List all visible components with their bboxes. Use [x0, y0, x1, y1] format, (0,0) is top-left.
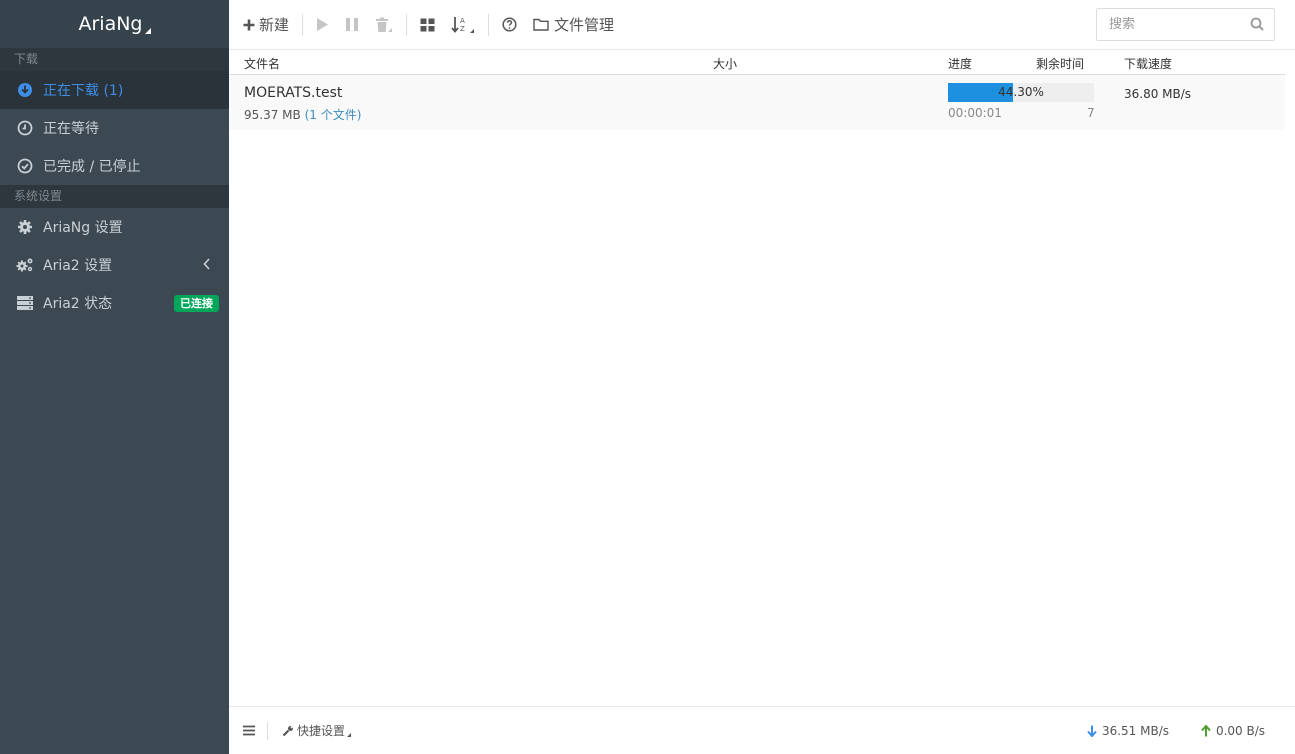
sidebar-item-label: Aria2 状态	[43, 296, 113, 312]
sidebar-item-downloading[interactable]: 正在下载 (1)	[0, 71, 229, 109]
chevron-left-icon	[203, 258, 211, 274]
column-header-progress[interactable]: 进度	[948, 55, 972, 72]
trash-icon	[375, 17, 393, 33]
pause-button[interactable]	[337, 10, 367, 40]
help-button[interactable]	[494, 10, 525, 40]
footer-divider	[267, 721, 268, 740]
task-connections: 7	[1087, 106, 1095, 120]
toolbar-divider	[302, 13, 304, 36]
svg-text:A: A	[460, 17, 465, 25]
quick-settings-label: 快捷设置	[297, 724, 346, 738]
grid-icon	[420, 18, 435, 32]
progress-text: 44.30%	[998, 85, 1044, 99]
brand-logo[interactable]: AriaNg	[0, 0, 229, 48]
brand-name: AriaNg	[78, 13, 143, 35]
start-button[interactable]	[308, 10, 337, 40]
global-upload-speed: 0.00 B/s	[1201, 724, 1265, 738]
task-elapsed: 00:00:01	[948, 106, 1002, 120]
play-icon	[316, 17, 329, 32]
sidebar-item-label: AriaNg 设置	[43, 220, 123, 236]
menu-toggle-button[interactable]	[243, 725, 255, 736]
table-row[interactable]: MOERATS.test 95.37 MB (1 个文件) 44.30% 00:…	[229, 75, 1285, 130]
arrow-down-icon	[1087, 725, 1097, 737]
task-name[interactable]: MOERATS.test	[244, 85, 342, 101]
progress-bar: 44.30%	[948, 83, 1094, 102]
plus-icon	[243, 19, 255, 31]
gear-icon	[16, 218, 34, 236]
toolbar: 新建 AZ 文件管理	[229, 0, 1295, 50]
sort-button[interactable]: AZ	[443, 10, 483, 40]
task-size: 95.37 MB (1 个文件)	[244, 106, 361, 123]
sidebar-item-aria2-settings[interactable]: Aria2 设置	[0, 246, 229, 284]
column-header-name[interactable]: 文件名	[244, 55, 280, 72]
quick-settings-button[interactable]: 快捷设置	[282, 722, 352, 739]
sidebar-item-label: 已完成 / 已停止	[43, 159, 141, 175]
task-files-link[interactable]: (1 个文件)	[305, 108, 362, 122]
sidebar-item-stopped[interactable]: 已完成 / 已停止	[0, 147, 229, 185]
folder-icon	[533, 18, 549, 31]
search-box	[1096, 8, 1275, 41]
svg-text:Z: Z	[460, 25, 465, 33]
question-circle-icon	[502, 17, 517, 32]
section-header-settings: 系统设置	[0, 185, 229, 208]
file-manager-button[interactable]: 文件管理	[525, 10, 622, 40]
search-input[interactable]	[1109, 17, 1239, 32]
sidebar-item-label: Aria2 设置	[43, 258, 113, 274]
column-header-remaining[interactable]: 剩余时间	[1036, 55, 1084, 72]
table-header: 文件名 大小 进度 剩余时间 下载速度	[229, 50, 1285, 75]
toolbar-divider	[488, 13, 490, 36]
sort-alpha-icon: AZ	[451, 16, 475, 34]
task-speed: 36.80 MB/s	[1124, 87, 1192, 101]
display-order-button[interactable]	[412, 10, 443, 40]
pause-icon	[345, 17, 359, 32]
caret-icon	[347, 732, 352, 737]
footer: 快捷设置 36.51 MB/s 0.00 B/s	[229, 706, 1295, 754]
gears-icon	[16, 256, 34, 274]
arrow-up-icon	[1201, 725, 1211, 737]
hamburger-icon	[243, 725, 255, 736]
toolbar-divider	[406, 13, 408, 36]
task-size-value: 95.37 MB	[244, 108, 301, 122]
new-task-button[interactable]: 新建	[235, 10, 297, 40]
delete-button[interactable]	[367, 10, 401, 40]
status-badge: 已连接	[174, 295, 219, 312]
download-speed-value: 36.51 MB/s	[1101, 724, 1169, 738]
wrench-icon	[282, 725, 294, 737]
sidebar-item-waiting[interactable]: 正在等待	[0, 109, 229, 147]
column-header-speed[interactable]: 下载速度	[1124, 55, 1172, 72]
download-circle-icon	[16, 81, 34, 99]
search-icon[interactable]	[1250, 17, 1264, 35]
sidebar-item-aria2-status[interactable]: Aria2 状态 已连接	[0, 284, 229, 322]
new-task-label: 新建	[259, 16, 290, 34]
global-download-speed: 36.51 MB/s	[1087, 724, 1169, 738]
sidebar: AriaNg 下载 正在下载 (1) 正在等待 已完成 / 已停止 系统设置 A…	[0, 0, 229, 754]
upload-speed-value: 0.00 B/s	[1215, 724, 1265, 738]
check-circle-icon	[16, 157, 34, 175]
sidebar-item-label: 正在等待	[43, 121, 99, 137]
brand-caret-icon	[144, 28, 151, 34]
section-header-download: 下载	[0, 48, 229, 71]
file-manager-label: 文件管理	[554, 16, 615, 34]
clock-icon	[16, 119, 34, 137]
sidebar-item-ariang-settings[interactable]: AriaNg 设置	[0, 208, 229, 246]
sidebar-item-label: 正在下载 (1)	[43, 83, 124, 99]
server-icon	[16, 294, 34, 312]
column-header-size[interactable]: 大小	[713, 55, 737, 72]
